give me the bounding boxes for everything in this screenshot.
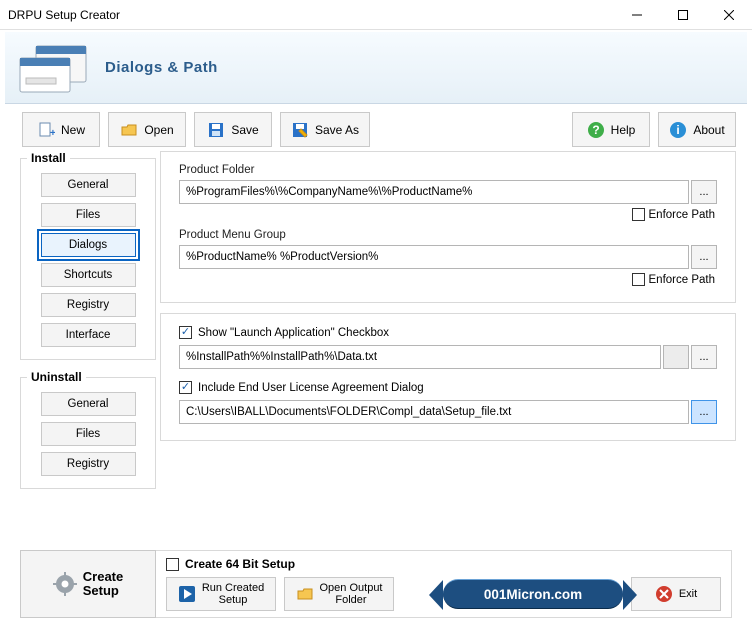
- header-banner: Dialogs & Path: [5, 32, 747, 104]
- brand-ribbon: 001Micron.com: [443, 579, 623, 609]
- window-title: DRPU Setup Creator: [8, 8, 614, 22]
- run-created-setup-button[interactable]: Run Created Setup: [166, 577, 276, 611]
- open-output-folder-button[interactable]: Open Output Folder: [284, 577, 394, 611]
- save-label: Save: [231, 123, 258, 137]
- exit-button[interactable]: Exit: [631, 577, 721, 611]
- save-icon: [207, 121, 225, 139]
- sidebar-item-general[interactable]: General: [41, 173, 136, 197]
- product-folder-label: Product Folder: [179, 164, 717, 176]
- launch-path-input[interactable]: [179, 345, 661, 369]
- gear-icon: [53, 572, 77, 596]
- create-setup-label: Create Setup: [83, 570, 123, 599]
- sidebar-item-files[interactable]: Files: [41, 203, 136, 227]
- open-button[interactable]: Open: [108, 112, 186, 147]
- help-icon: ?: [587, 121, 605, 139]
- page-title: Dialogs & Path: [105, 59, 218, 76]
- play-icon: [178, 585, 196, 603]
- product-menu-label: Product Menu Group: [179, 229, 717, 241]
- product-menu-input[interactable]: [179, 245, 689, 269]
- window-illustration-icon: [5, 42, 105, 94]
- sidebar-un-files[interactable]: Files: [41, 422, 136, 446]
- sidebar-item-registry[interactable]: Registry: [41, 293, 136, 317]
- help-button[interactable]: ? Help: [572, 112, 650, 147]
- folder-icon: [296, 585, 314, 603]
- new-file-icon: +: [37, 121, 55, 139]
- create-64bit-checkbox[interactable]: [166, 558, 179, 571]
- create-64bit-label: Create 64 Bit Setup: [185, 557, 295, 571]
- sidebar-un-registry[interactable]: Registry: [41, 452, 136, 476]
- options-panel: Show "Launch Application" Checkbox ... I…: [160, 313, 736, 441]
- sidebar-item-dialogs[interactable]: Dialogs: [41, 233, 136, 257]
- run-created-label: Run Created Setup: [202, 582, 264, 606]
- install-group: Install General Files Dialogs Shortcuts …: [20, 151, 156, 360]
- eula-path-input[interactable]: [179, 400, 689, 424]
- eula-checkbox[interactable]: [179, 381, 192, 394]
- launch-checkbox[interactable]: [179, 326, 192, 339]
- exit-label: Exit: [679, 588, 697, 600]
- product-menu-browse[interactable]: ...: [691, 245, 717, 269]
- about-label: About: [693, 123, 724, 137]
- info-icon: i: [669, 121, 687, 139]
- about-button[interactable]: i About: [658, 112, 736, 147]
- enforce-path-1-checkbox[interactable]: [632, 208, 645, 221]
- eula-browse-button[interactable]: ...: [691, 400, 717, 424]
- close-button[interactable]: [706, 0, 752, 30]
- save-as-label: Save As: [315, 123, 359, 137]
- launch-browse-button[interactable]: ...: [691, 345, 717, 369]
- sidebar-item-interface[interactable]: Interface: [41, 323, 136, 347]
- folder-open-icon: [120, 121, 138, 139]
- maximize-button[interactable]: [660, 0, 706, 30]
- uninstall-group: Uninstall General Files Registry: [20, 370, 156, 489]
- new-button[interactable]: + New: [22, 112, 100, 147]
- save-as-button[interactable]: Save As: [280, 112, 370, 147]
- close-circle-icon: [655, 585, 673, 603]
- launch-preview-button[interactable]: [663, 345, 689, 369]
- open-label: Open: [144, 123, 173, 137]
- save-button[interactable]: Save: [194, 112, 272, 147]
- minimize-button[interactable]: [614, 0, 660, 30]
- launch-label: Show "Launch Application" Checkbox: [198, 327, 389, 339]
- paths-panel: Product Folder ... Enforce Path Product …: [160, 151, 736, 303]
- product-folder-input[interactable]: [179, 180, 689, 204]
- new-label: New: [61, 123, 85, 137]
- enforce-path-2-checkbox[interactable]: [632, 273, 645, 286]
- open-output-label: Open Output Folder: [320, 582, 383, 606]
- svg-text:+: +: [50, 128, 55, 139]
- uninstall-group-label: Uninstall: [27, 370, 86, 384]
- svg-text:i: i: [677, 123, 680, 137]
- install-group-label: Install: [27, 151, 70, 165]
- eula-label: Include End User License Agreement Dialo…: [198, 382, 424, 394]
- enforce-path-1-label: Enforce Path: [649, 209, 715, 221]
- sidebar-un-general[interactable]: General: [41, 392, 136, 416]
- enforce-path-2-label: Enforce Path: [649, 274, 715, 286]
- svg-text:?: ?: [592, 123, 599, 137]
- sidebar-item-shortcuts[interactable]: Shortcuts: [41, 263, 136, 287]
- help-label: Help: [611, 123, 636, 137]
- product-folder-browse[interactable]: ...: [691, 180, 717, 204]
- save-as-icon: [291, 121, 309, 139]
- create-setup-button[interactable]: Create Setup: [20, 550, 156, 618]
